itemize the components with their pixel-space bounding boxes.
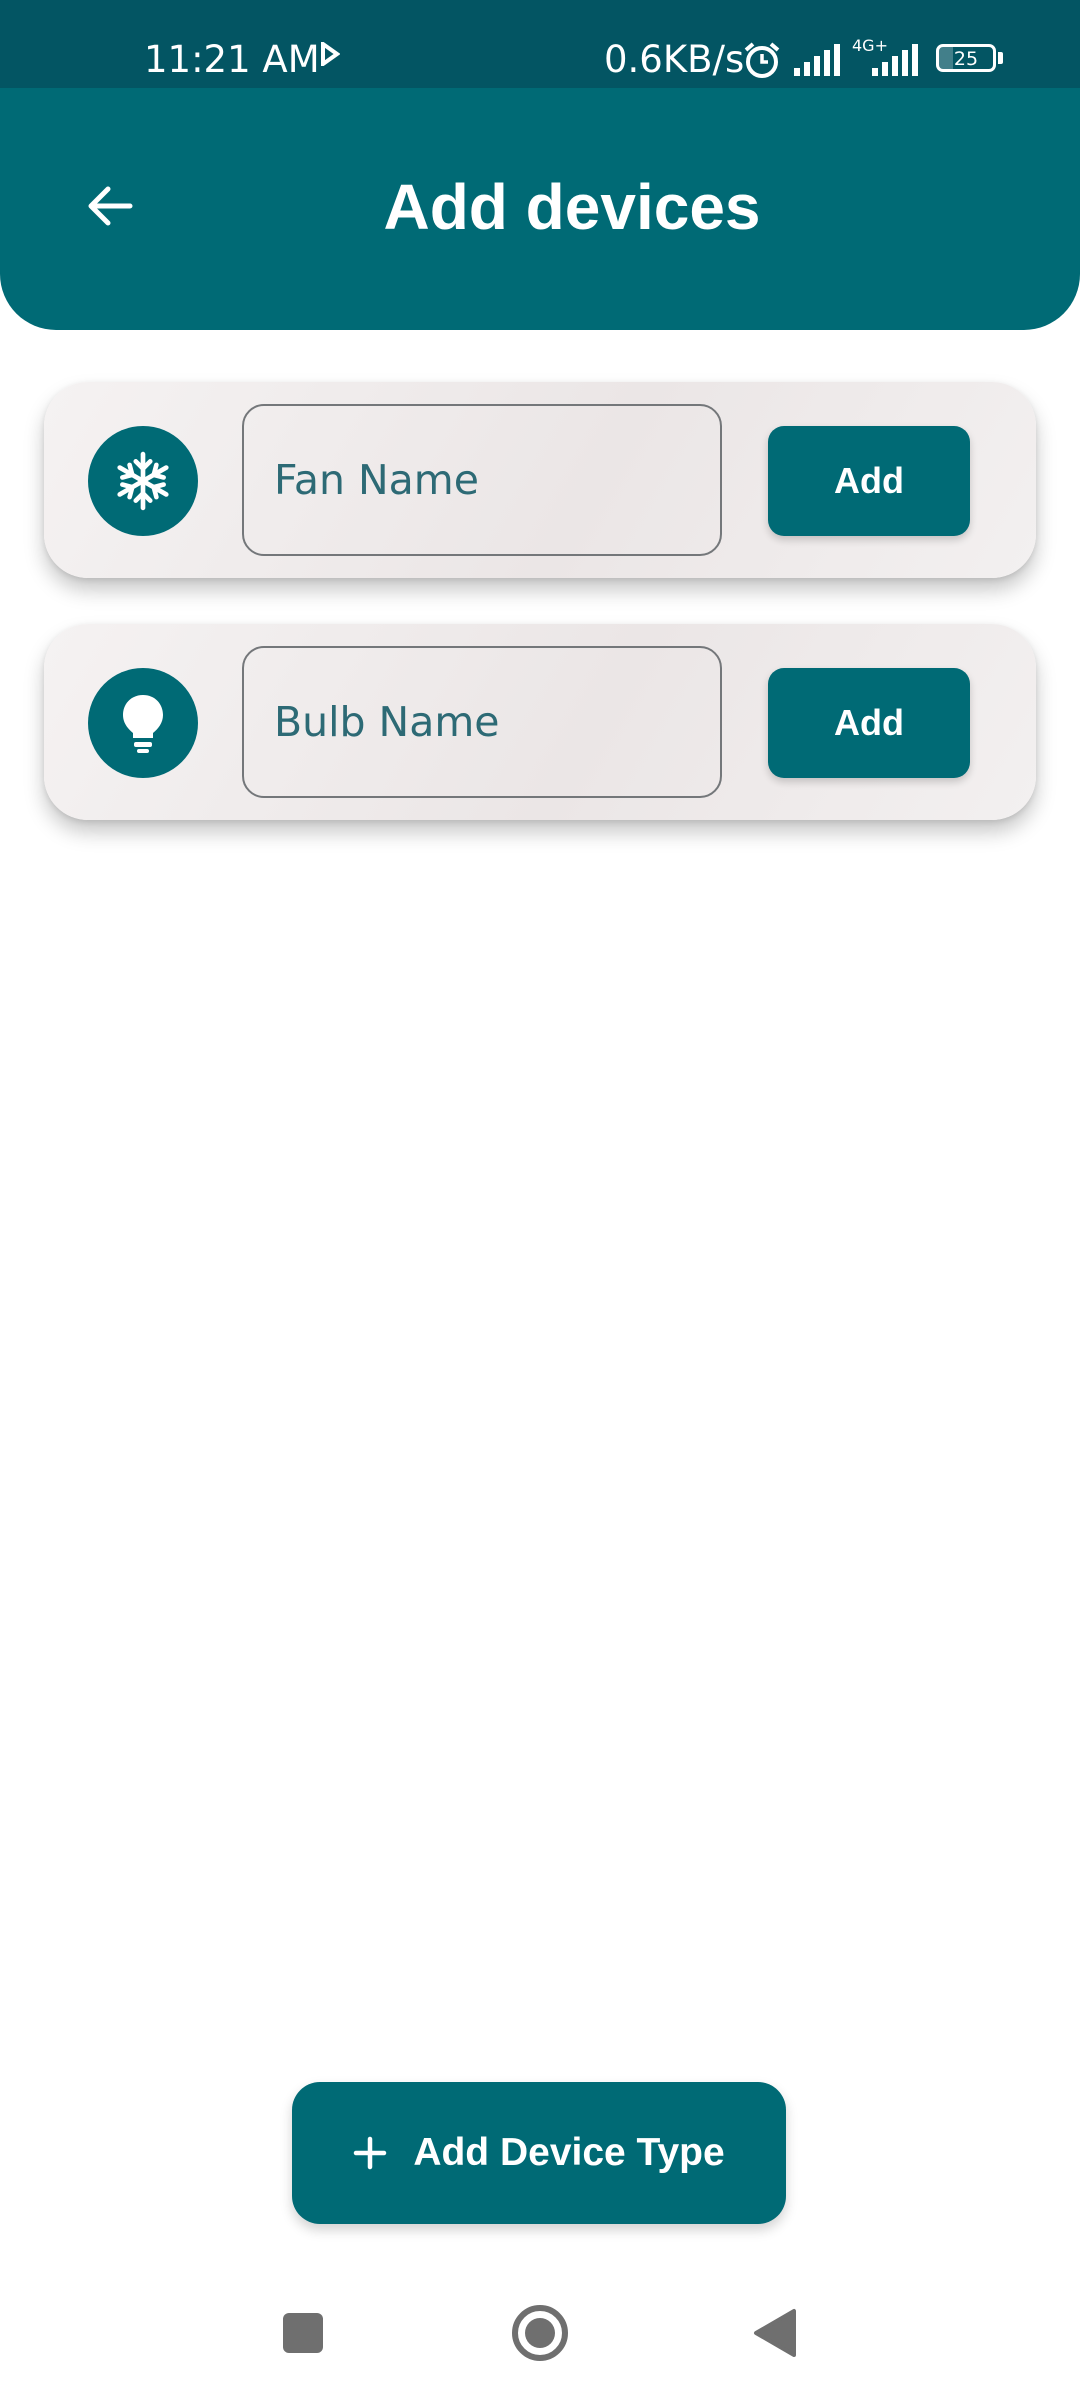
snowflake-icon [117,451,169,511]
battery-tip [998,52,1003,64]
status-bar: 11:21 AM 0.6KB/s 4G+ 25 [0,0,1080,90]
bulb-name-input[interactable] [242,646,722,798]
page-title: Add devices [383,171,761,243]
add-fan-button[interactable]: Add [768,426,970,536]
back-triangle-icon[interactable] [752,2308,798,2358]
battery-icon: 25 [936,44,996,72]
system-nav-bar [0,2250,1080,2400]
add-device-type-button[interactable]: Add Device Type [292,2082,786,2224]
signal-icon [794,44,840,76]
device-icon-fan [88,426,198,536]
add-bulb-button[interactable]: Add [768,668,970,778]
home-circle-icon[interactable] [510,2303,570,2363]
play-icon [321,42,340,66]
signal-icon [872,44,918,76]
status-time: 11:21 AM [144,38,320,81]
device-card-fan: Add [44,382,1036,578]
network-speed: 0.6KB/s [604,38,745,81]
device-card-bulb: Add [44,624,1036,820]
app-bar: Add devices [0,88,1080,330]
add-device-type-label: Add Device Type [413,2131,725,2174]
lightbulb-icon [123,695,163,753]
battery-percent: 25 [953,48,979,70]
fan-name-input[interactable] [242,404,722,556]
alarm-icon [744,42,780,78]
device-icon-bulb [88,668,198,778]
recents-square-icon[interactable] [280,2310,326,2356]
plus-icon [354,2136,387,2170]
